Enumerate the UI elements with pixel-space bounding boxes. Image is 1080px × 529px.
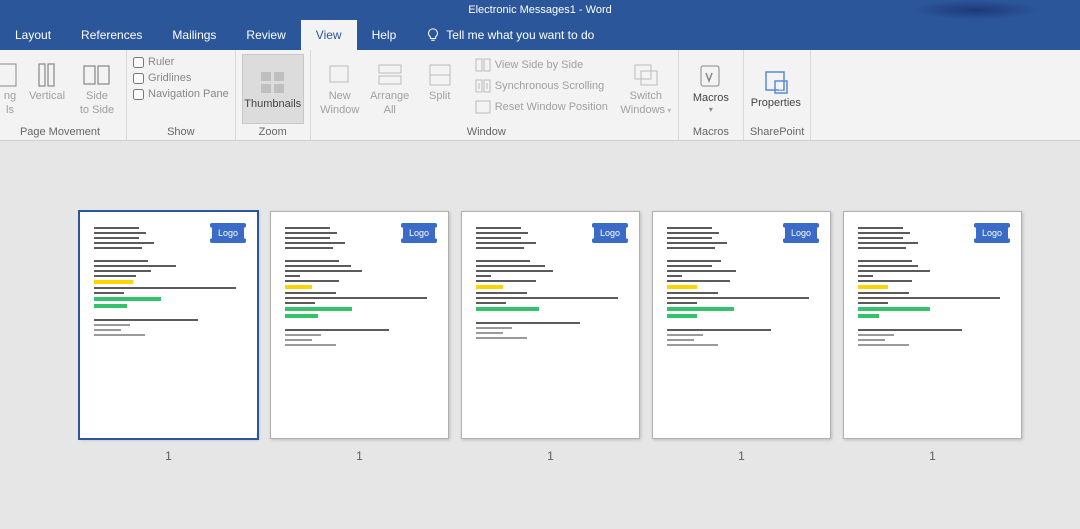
- new-window-button[interactable]: New Window: [317, 54, 363, 122]
- page-number: 1: [738, 449, 745, 463]
- resetwin-icon: [475, 100, 491, 114]
- gridlines-checkbox[interactable]: [133, 73, 144, 84]
- page-logo: Logo: [592, 223, 628, 243]
- group-window-opts: View Side by Side Synchronous Scrolling …: [469, 50, 614, 140]
- thumbnail-5[interactable]: Logo 1: [843, 211, 1022, 463]
- page-preview: Logo: [270, 211, 449, 439]
- page-logo: Logo: [783, 223, 819, 243]
- tab-references[interactable]: References: [66, 20, 157, 50]
- thumbnail-1[interactable]: Logo 1: [79, 211, 258, 463]
- titlebar-smudge: [910, 0, 1040, 20]
- view-side-by-side[interactable]: View Side by Side: [475, 55, 608, 75]
- thumbnail-4[interactable]: Logo 1: [652, 211, 831, 463]
- group-label-page-movement: Page Movement: [0, 126, 120, 140]
- cutoff-button: ng ls: [0, 54, 20, 122]
- page-number: 1: [165, 449, 172, 463]
- sidetoside-icon: [83, 62, 111, 88]
- pages-icon: [0, 62, 24, 88]
- chevron-down-icon: ▾: [665, 106, 671, 115]
- synchronous-scrolling[interactable]: Synchronous Scrolling: [475, 76, 608, 96]
- page-preview: Logo: [843, 211, 1022, 439]
- tell-me-text: Tell me what you want to do: [446, 28, 594, 42]
- thumbnail-3[interactable]: Logo 1: [461, 211, 640, 463]
- title-text: Electronic Messages1 - Word: [468, 4, 611, 16]
- group-page-movement: ng ls Vertical Side to Side Page Movemen…: [0, 50, 127, 140]
- group-sharepoint: S Properties SharePoint: [744, 50, 811, 140]
- split-icon: [426, 62, 454, 88]
- thumbnail-strip: Logo 1: [0, 141, 1080, 463]
- vertical-button[interactable]: Vertical: [24, 54, 70, 122]
- group-macros: Macros ▾ Macros: [679, 50, 744, 140]
- group-label-zoom: Zoom: [242, 126, 304, 140]
- tab-view[interactable]: View: [301, 20, 357, 50]
- group-show: Ruler Gridlines Navigation Pane Show: [127, 50, 236, 140]
- chevron-down-icon: ▾: [709, 106, 713, 115]
- svg-text:S: S: [778, 82, 783, 92]
- sync-icon: [475, 79, 491, 93]
- vertical-icon: [33, 62, 61, 88]
- macros-icon: [697, 64, 725, 90]
- check-navpane[interactable]: Navigation Pane: [133, 88, 229, 100]
- properties-button[interactable]: S Properties: [750, 54, 802, 122]
- check-ruler[interactable]: Ruler: [133, 56, 229, 68]
- tab-layout[interactable]: Layout: [0, 20, 66, 50]
- thumbnails-icon: [259, 70, 287, 96]
- arrangeall-icon: [376, 62, 404, 88]
- thumbnails-button[interactable]: Thumbnails: [242, 54, 304, 124]
- page-number: 1: [356, 449, 363, 463]
- navpane-checkbox[interactable]: [133, 89, 144, 100]
- page-preview: Logo: [79, 211, 258, 439]
- group-switch: Switch Windows ▾: [614, 50, 679, 140]
- window-small-options: View Side by Side Synchronous Scrolling …: [475, 54, 608, 117]
- ribbon: ng ls Vertical Side to Side Page Movemen…: [0, 50, 1080, 141]
- arrange-all-button[interactable]: Arrange All: [367, 54, 413, 122]
- lightbulb-icon: [426, 28, 440, 42]
- group-label-show: Show: [133, 126, 229, 140]
- tab-review[interactable]: Review: [231, 20, 300, 50]
- page-logo: Logo: [401, 223, 437, 243]
- thumbnail-2[interactable]: Logo 1: [270, 211, 449, 463]
- page-number: 1: [929, 449, 936, 463]
- tell-me[interactable]: Tell me what you want to do: [411, 20, 609, 50]
- show-checks: Ruler Gridlines Navigation Pane: [133, 54, 229, 100]
- split-button[interactable]: Split: [417, 54, 463, 122]
- reset-window-position[interactable]: Reset Window Position: [475, 97, 608, 117]
- sbs-icon: [475, 58, 491, 72]
- sharepoint-icon: S: [762, 69, 790, 95]
- workspace: Logo 1: [0, 141, 1080, 529]
- group-zoom: Thumbnails Zoom: [236, 50, 311, 140]
- page-number: 1: [547, 449, 554, 463]
- check-gridlines[interactable]: Gridlines: [133, 72, 229, 84]
- macros-button[interactable]: Macros ▾: [685, 54, 737, 122]
- group-label-window: Window: [365, 126, 608, 140]
- ruler-checkbox[interactable]: [133, 57, 144, 68]
- newwindow-icon: [326, 62, 354, 88]
- tab-bar: Layout References Mailings Review View H…: [0, 20, 1080, 50]
- page-logo: Logo: [210, 223, 246, 243]
- switch-icon: [632, 62, 660, 88]
- page-preview: Logo: [652, 211, 831, 439]
- page-logo: Logo: [974, 223, 1010, 243]
- side-to-side-button[interactable]: Side to Side: [74, 54, 120, 122]
- group-label-sharepoint: SharePoint: [750, 126, 804, 140]
- tab-mailings[interactable]: Mailings: [157, 20, 231, 50]
- page-preview: Logo: [461, 211, 640, 439]
- tab-help[interactable]: Help: [357, 20, 412, 50]
- switch-windows-button[interactable]: Switch Windows ▾: [620, 54, 672, 122]
- title-bar: Electronic Messages1 - Word: [0, 0, 1080, 20]
- group-label-macros: Macros: [685, 126, 737, 140]
